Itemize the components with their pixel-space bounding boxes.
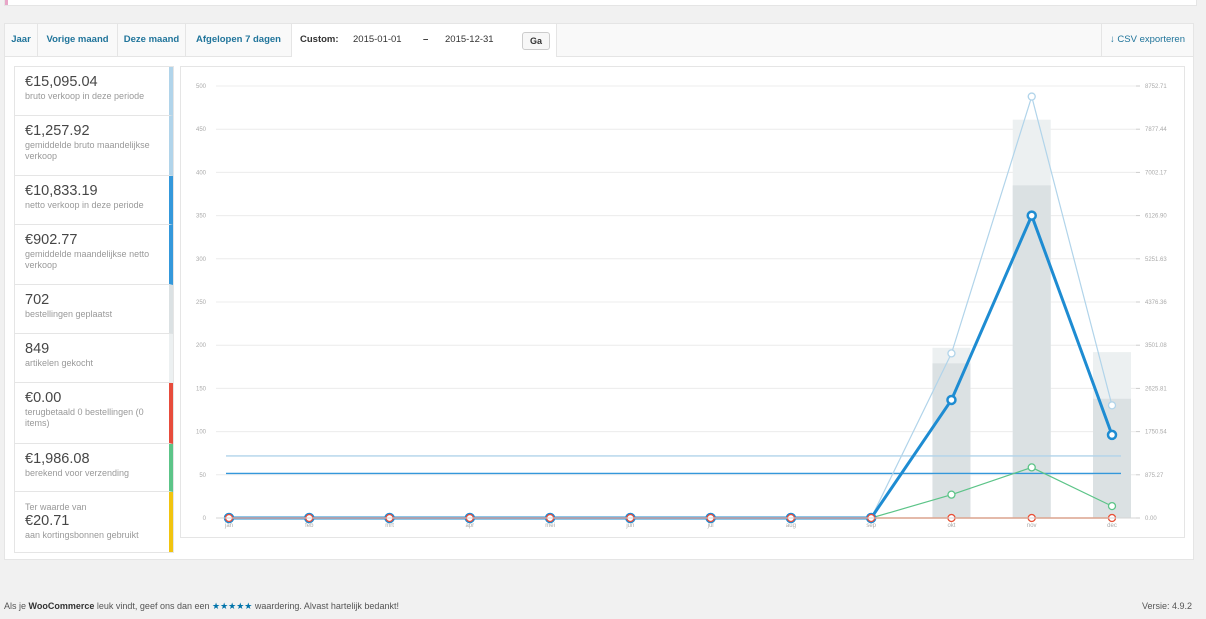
y-right-tick-label: 8752.71 — [1145, 84, 1167, 90]
y-right-tick-label: 3501.08 — [1145, 343, 1167, 349]
end-date-input[interactable]: 2015-12-31 — [445, 34, 494, 45]
download-arrow-icon: ↓ — [1110, 34, 1115, 45]
legend-value: €10,833.19 — [25, 183, 98, 199]
legend-item-coupons[interactable]: Ter waarde van €20.71 aan kortingsbonnen… — [15, 492, 173, 552]
legend-value: 849 — [25, 341, 50, 357]
x-tick-label: mrt — [385, 523, 394, 529]
date-range-bar: Jaar Vorige maand Deze maand Afgelopen 7… — [5, 24, 1193, 57]
x-tick-label: nov — [1027, 523, 1037, 529]
series-point — [1027, 463, 1036, 472]
series-point — [1026, 210, 1037, 221]
legend-item-gross-sales[interactable]: €15,095.04 bruto verkoop in deze periode — [15, 67, 173, 116]
legend-item-items-purchased[interactable]: 849 artikelen gekocht — [15, 334, 173, 383]
legend-desc: artikelen gekocht — [25, 358, 94, 368]
footer-brand: WooCommerce — [28, 601, 95, 611]
tab-deze-maand[interactable]: Deze maand — [118, 24, 186, 56]
chart-legend: €15,095.04 bruto verkoop in deze periode… — [14, 66, 174, 553]
legend-value: €1,257.92 — [25, 123, 90, 139]
legend-item-avg-gross-sales[interactable]: €1,257.92 gemiddelde bruto maandelijkse … — [15, 116, 173, 176]
custom-range: Custom: 2015-01-01 – 2015-12-31 Ga — [292, 24, 557, 57]
legend-desc: aan kortingsbonnen gebruikt — [25, 530, 139, 540]
y-left-tick-label: 0 — [203, 516, 207, 522]
footer-text-after: waardering. Alvast hartelijk bedankt! — [254, 601, 399, 611]
start-date-input[interactable]: 2015-01-01 — [353, 34, 402, 45]
x-tick-label: aug — [786, 523, 796, 529]
legend-value: €1,986.08 — [25, 451, 90, 467]
tab-afgelopen-7-dagen[interactable]: Afgelopen 7 dagen — [186, 24, 292, 56]
footer-text-before: Als je — [4, 601, 27, 611]
y-left-tick-label: 450 — [196, 127, 207, 133]
x-tick-label: dec — [1107, 523, 1117, 529]
legend-desc: gemiddelde maandelijkse netto verkoop — [25, 249, 150, 270]
legend-item-net-sales[interactable]: €10,833.19 netto verkoop in deze periode — [15, 176, 173, 225]
series-point — [946, 394, 957, 406]
legend-prefix: Ter waarde van — [25, 502, 87, 512]
x-tick-label: jun — [625, 523, 634, 529]
y-left-tick-label: 200 — [196, 343, 207, 349]
sales-chart-svg: 0 50 100 150 200 250 300 350 400 450 500 0.00 875.27… — [196, 84, 1167, 529]
legend-value: €15,095.04 — [25, 74, 98, 90]
legend-value: €20.71 — [25, 513, 70, 529]
legend-desc: terugbetaald 0 bestellingen (0 items) — [25, 407, 144, 428]
legend-desc: bruto verkoop in deze periode — [25, 91, 145, 101]
tab-jaar[interactable]: Jaar — [5, 24, 38, 56]
legend-desc: bestellingen geplaatst — [25, 309, 113, 319]
x-tick-label: mei — [545, 523, 555, 529]
y-right-tick-label: 6126.90 — [1145, 214, 1167, 220]
y-right-tick-label: 0.00 — [1145, 516, 1157, 522]
series-point — [1107, 501, 1117, 511]
y-left-tick-label: 400 — [196, 170, 207, 176]
y-right-tick-label: 5251.63 — [1145, 257, 1167, 263]
series-point — [947, 490, 956, 499]
legend-value: €0.00 — [25, 390, 62, 406]
y-left-tick-label: 350 — [196, 214, 207, 220]
x-tick-label: okt — [947, 523, 955, 529]
legend-value: 702 — [25, 292, 50, 308]
legend-item-shipping[interactable]: €1,986.08 berekend voor verzending — [15, 444, 173, 492]
y-left-tick-label: 100 — [196, 430, 207, 436]
y-right-tick-label: 4376.36 — [1145, 300, 1167, 306]
y-right-tick-label: 7877.44 — [1145, 127, 1167, 133]
footer-rating-text: Als je WooCommerce leuk vindt, geef ons … — [4, 601, 399, 612]
legend-item-refunded[interactable]: €0.00 terugbetaald 0 bestellingen (0 ite… — [15, 383, 173, 444]
x-tick-label: jul — [707, 523, 714, 529]
legend-item-orders-placed[interactable]: 702 bestellingen geplaatst — [15, 285, 173, 334]
version-label: Versie: 4.9.2 — [1141, 601, 1192, 611]
y-right-tick-label: 2625.81 — [1145, 386, 1167, 392]
series-line — [229, 94, 1113, 519]
y-left-tick-label: 50 — [199, 473, 206, 479]
x-tick-label: jan — [224, 523, 233, 529]
series-point — [947, 349, 956, 358]
series-line — [229, 211, 1114, 520]
y-left-tick-label: 500 — [196, 84, 207, 90]
series-point — [1106, 429, 1118, 441]
sales-chart[interactable]: 0 50 100 150 200 250 300 350 400 450 500 0.00 875.27… — [180, 66, 1185, 538]
y-right-tick-label: 7002.17 — [1145, 170, 1167, 176]
y-left-tick-label: 300 — [196, 257, 207, 263]
notice-box — [4, 0, 1197, 6]
legend-item-avg-net-sales[interactable]: €902.77 gemiddelde maandelijkse netto ve… — [15, 225, 173, 285]
go-button[interactable]: Ga — [522, 32, 550, 50]
x-tick-label: sep — [866, 523, 876, 529]
y-left-tick-label: 250 — [196, 300, 207, 306]
legend-desc: berekend voor verzending — [25, 468, 130, 478]
csv-export-button[interactable]: ↓ CSV exporteren — [1101, 24, 1193, 56]
report-panel: Jaar Vorige maand Deze maand Afgelopen 7… — [4, 23, 1194, 560]
legend-desc: gemiddelde bruto maandelijkse verkoop — [25, 140, 150, 161]
x-tick-label: feb — [305, 523, 314, 529]
y-right-tick-label: 1750.54 — [1145, 430, 1167, 436]
rating-stars-link[interactable]: ★★★★★ — [212, 601, 252, 611]
x-tick-label: apr — [465, 523, 474, 529]
series-point — [1107, 401, 1117, 410]
y-left-tick-label: 150 — [196, 386, 207, 392]
csv-export-label: CSV exporteren — [1117, 34, 1185, 45]
legend-value: €902.77 — [25, 232, 78, 248]
footer-text-mid: leuk vindt, geef ons dan een — [96, 601, 210, 611]
y-right-tick-label: 875.27 — [1145, 473, 1164, 479]
date-separator: – — [423, 34, 429, 45]
legend-desc: netto verkoop in deze periode — [25, 200, 144, 210]
tab-vorige-maand[interactable]: Vorige maand — [38, 24, 118, 56]
series-point — [1027, 92, 1036, 101]
custom-label: Custom: — [300, 34, 339, 45]
